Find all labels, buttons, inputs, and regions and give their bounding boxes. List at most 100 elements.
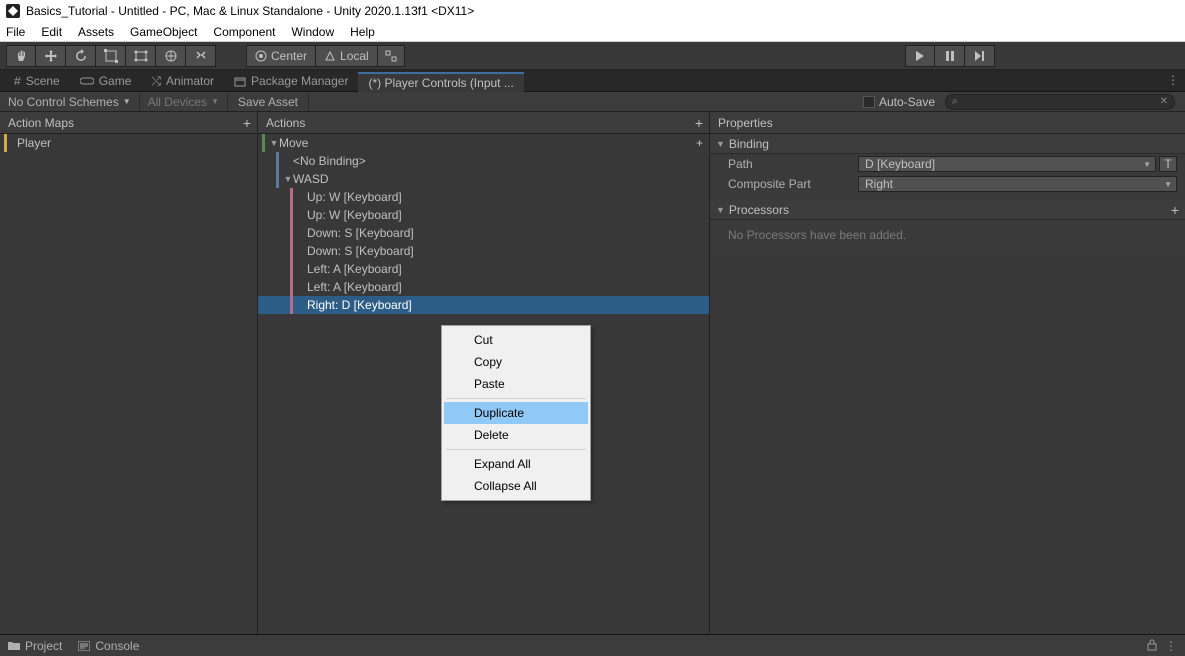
composite-part-dropdown[interactable]: Right ▼ [858, 176, 1177, 192]
part-bar-icon [290, 278, 293, 296]
menu-file[interactable]: File [6, 25, 25, 39]
tab-package-manager[interactable]: Package Manager [224, 71, 358, 91]
main-menubar: File Edit Assets GameObject Component Wi… [0, 22, 1185, 42]
ctx-copy[interactable]: Copy [444, 351, 588, 373]
play-button[interactable] [905, 45, 935, 67]
properties-panel: Properties ▼ Binding Path D [Keyboard] ▼… [710, 112, 1185, 656]
window-titlebar: Basics_Tutorial - Untitled - PC, Mac & L… [0, 0, 1185, 22]
composite-part-row[interactable]: Left: A [Keyboard] [258, 278, 709, 296]
tab-player-controls[interactable]: (*) Player Controls (Input ... [358, 72, 523, 92]
save-asset-button[interactable]: Save Asset [228, 92, 309, 111]
part-bar-icon [290, 260, 293, 278]
auto-save-toggle[interactable]: Auto-Save [863, 95, 935, 109]
ctx-duplicate[interactable]: Duplicate [444, 402, 588, 424]
processors-empty-text: No Processors have been added. [710, 220, 1185, 250]
tab-animator[interactable]: ⤭ Animator [141, 71, 224, 91]
menu-window[interactable]: Window [291, 25, 334, 39]
composite-part-row[interactable]: Down: S [Keyboard] [258, 224, 709, 242]
rotation-local-toggle[interactable]: Local [316, 45, 378, 67]
main-toolbar: Center Local [0, 42, 1185, 70]
center-icon [255, 50, 267, 62]
add-binding-button[interactable]: + [696, 136, 703, 150]
expand-arrow-icon: ▼ [716, 139, 725, 149]
processors-section-header[interactable]: ▼ Processors + [710, 200, 1185, 220]
pivot-center-toggle[interactable]: Center [246, 45, 316, 67]
ctx-collapse-all[interactable]: Collapse All [444, 475, 588, 497]
ctx-expand-all[interactable]: Expand All [444, 453, 588, 475]
composite-part-row[interactable]: Up: W [Keyboard] [258, 206, 709, 224]
ctx-paste[interactable]: Paste [444, 373, 588, 395]
snap-toggle[interactable] [378, 45, 405, 67]
custom-tool-button[interactable] [186, 45, 216, 67]
action-bar-icon [262, 134, 265, 152]
path-property-row: Path D [Keyboard] ▼ T [710, 154, 1185, 174]
scale-tool-button[interactable] [96, 45, 126, 67]
panel-menu-icon[interactable]: ⋮ [1165, 639, 1177, 653]
step-button[interactable] [965, 45, 995, 67]
tab-scene[interactable]: # Scene [4, 71, 70, 91]
action-row[interactable]: ▼ Move + [258, 134, 709, 152]
composite-part-row-selected[interactable]: Right: D [Keyboard] [258, 296, 709, 314]
scene-icon: # [14, 74, 21, 88]
context-menu: Cut Copy Paste Duplicate Delete Expand A… [441, 325, 591, 501]
action-maps-header: Action Maps + [0, 112, 257, 134]
menu-help[interactable]: Help [350, 25, 375, 39]
path-dropdown[interactable]: D [Keyboard] ▼ [858, 156, 1156, 172]
ctx-delete[interactable]: Delete [444, 424, 588, 446]
input-actions-editor: Action Maps + Player Actions + ▼ Move + [0, 112, 1185, 656]
transform-tool-button[interactable] [156, 45, 186, 67]
menu-gameobject[interactable]: GameObject [130, 25, 197, 39]
editor-tab-strip: # Scene Game ⤭ Animator Package Manager … [0, 70, 1185, 92]
package-icon [234, 75, 246, 87]
composite-part-row[interactable]: Left: A [Keyboard] [258, 260, 709, 278]
listen-button[interactable]: T [1159, 156, 1177, 172]
composite-row[interactable]: ▼ WASD [258, 170, 709, 188]
tab-project[interactable]: Project [8, 639, 62, 653]
ctx-cut[interactable]: Cut [444, 329, 588, 351]
tab-console[interactable]: Console [78, 639, 139, 653]
hand-tool-button[interactable] [6, 45, 36, 67]
window-title: Basics_Tutorial - Untitled - PC, Mac & L… [26, 4, 474, 18]
lock-icon[interactable] [1147, 639, 1157, 653]
composite-part-row[interactable]: Down: S [Keyboard] [258, 242, 709, 260]
tab-overflow-icon[interactable]: ⋮ [1167, 73, 1179, 87]
bottom-tab-bar: Project Console ⋮ [0, 634, 1185, 656]
checkbox-icon [863, 96, 875, 108]
part-bar-icon [290, 188, 293, 206]
menu-edit[interactable]: Edit [41, 25, 62, 39]
folder-icon [8, 641, 20, 651]
expand-arrow-icon: ▼ [716, 205, 725, 215]
search-input[interactable]: ⌕ ✕ [945, 94, 1175, 110]
devices-dropdown[interactable]: All Devices ▼ [140, 92, 228, 111]
properties-header: Properties [710, 112, 1185, 134]
chevron-down-icon: ▼ [1164, 180, 1172, 189]
part-bar-icon [290, 242, 293, 260]
actions-header: Actions + [258, 112, 709, 134]
add-processor-button[interactable]: + [1171, 202, 1179, 218]
binding-row[interactable]: <No Binding> [258, 152, 709, 170]
part-bar-icon [290, 296, 293, 314]
control-schemes-dropdown[interactable]: No Control Schemes ▼ [0, 92, 140, 111]
rotate-tool-button[interactable] [66, 45, 96, 67]
move-tool-button[interactable] [36, 45, 66, 67]
pause-button[interactable] [935, 45, 965, 67]
expand-arrow-icon[interactable]: ▼ [269, 138, 279, 148]
ctx-separator [446, 449, 586, 450]
add-action-map-button[interactable]: + [243, 115, 251, 131]
menu-component[interactable]: Component [213, 25, 275, 39]
clear-search-icon[interactable]: ✕ [1160, 96, 1168, 107]
add-action-button[interactable]: + [695, 115, 703, 131]
action-maps-panel: Action Maps + Player [0, 112, 258, 656]
game-icon [80, 76, 94, 86]
binding-section-header[interactable]: ▼ Binding [710, 134, 1185, 154]
action-map-bar-icon [4, 134, 7, 152]
menu-assets[interactable]: Assets [78, 25, 114, 39]
chevron-down-icon: ▼ [1143, 160, 1151, 169]
action-map-row[interactable]: Player [0, 134, 257, 152]
expand-arrow-icon[interactable]: ▼ [283, 174, 293, 184]
composite-part-row[interactable]: Up: W [Keyboard] [258, 188, 709, 206]
binding-bar-icon [276, 152, 279, 170]
tab-game[interactable]: Game [70, 71, 142, 91]
rect-tool-button[interactable] [126, 45, 156, 67]
ctx-separator [446, 398, 586, 399]
